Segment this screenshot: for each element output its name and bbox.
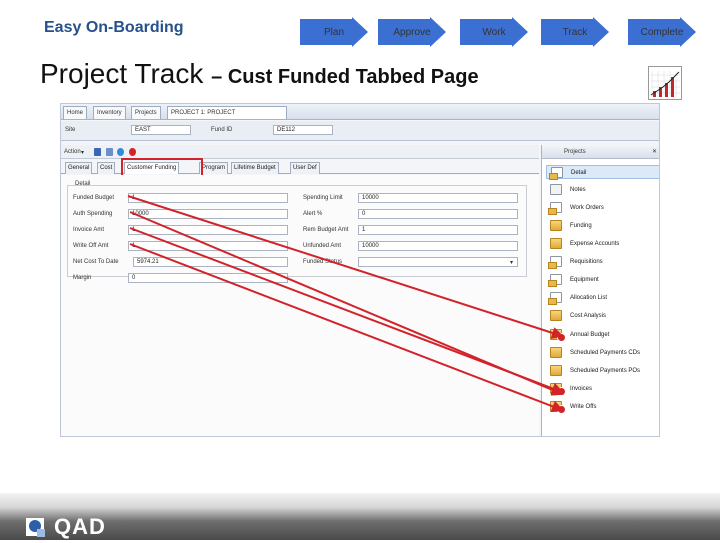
qad-logo-icon [24, 516, 48, 538]
folder-icon [550, 347, 562, 358]
footer-band [0, 493, 720, 540]
field-label: Unfunded Amt [303, 243, 342, 249]
window-tab-bar: Home Inventory Projects PROJECT 1: PROJE… [61, 104, 659, 120]
logo-text: QAD [54, 514, 106, 539]
title-sub: – Cust Funded Tabbed Page [211, 66, 479, 88]
side-item-invoices[interactable]: Invoices [546, 382, 659, 396]
side-item-funding[interactable]: Funding [546, 219, 659, 233]
step-complete: Complete [628, 17, 696, 47]
folder-icon [550, 365, 562, 376]
field-label: Invoice Amt [73, 227, 105, 233]
field-label: Funded Status [303, 259, 343, 265]
tab-general[interactable]: General [65, 162, 93, 174]
side-item-cost-analysis[interactable]: Cost Analysis [546, 309, 659, 323]
field-label: Write Off Amt [73, 243, 109, 249]
side-item-equipment[interactable]: Equipment [546, 273, 659, 287]
document-icon [548, 256, 562, 269]
step-track: Track [541, 17, 609, 47]
site-field[interactable]: EAST [131, 125, 191, 135]
unfunded-amt-field[interactable]: 10000 [358, 241, 518, 251]
side-item-notes[interactable]: Notes [546, 183, 659, 197]
alert-percent-field[interactable]: 0 [358, 209, 518, 219]
fund-id-label: Fund ID [211, 127, 233, 133]
page-title: Project Track – Cust Funded Tabbed Page [40, 58, 479, 90]
step-label: Complete [640, 27, 684, 38]
margin-field[interactable]: 0 [128, 273, 288, 283]
side-item-annual-budget[interactable]: Annual Budget [546, 328, 659, 342]
tab-home[interactable]: Home [63, 106, 88, 119]
side-item-scheduled-payments-cds[interactable]: Scheduled Payments CDs [546, 346, 659, 360]
document-icon [548, 274, 562, 287]
step-label: Track [562, 27, 588, 38]
save-icon[interactable] [94, 148, 101, 156]
step-label: Work [482, 27, 506, 38]
field-label: Margin [73, 275, 92, 281]
qad-logo: QAD [24, 514, 106, 540]
side-item-scheduled-payments-pos[interactable]: Scheduled Payments POs [546, 364, 659, 378]
chart-icon [648, 66, 682, 100]
side-item-write-offs[interactable]: Write Offs [546, 400, 659, 414]
side-item-detail[interactable]: Detail [546, 165, 659, 180]
folder-icon [550, 238, 562, 249]
side-item-allocation-list[interactable]: Allocation List [546, 291, 659, 305]
field-label: Funded Budget [73, 195, 115, 201]
side-panel: Projects ✕ Detail Notes Work Orders Fund… [541, 145, 659, 436]
folder-icon [550, 220, 562, 231]
tab-projects[interactable]: Projects [131, 106, 161, 119]
tab-project-record[interactable]: PROJECT 1: PROJECT [167, 106, 287, 119]
chevron-down-icon[interactable]: ▾ [81, 149, 84, 156]
tab-lifetime-budget[interactable]: Lifetime Budget [231, 162, 279, 174]
fund-id-field[interactable]: DE112 [273, 125, 333, 135]
tab-inventory[interactable]: Inventory [93, 106, 126, 119]
customer-funding-panel: Detail Funded Budget 1 Auth Spending 100… [61, 175, 539, 436]
field-label: Auth Spending [73, 211, 113, 217]
step-work: Work [460, 17, 528, 47]
folder-alert-icon [550, 401, 566, 414]
action-toolbar: Action ▾ [61, 145, 539, 159]
folder-alert-icon [550, 383, 566, 396]
funded-status-select[interactable] [358, 257, 518, 267]
step-approve: Approve [378, 17, 446, 47]
side-item-requisitions[interactable]: Requisitions [546, 255, 659, 269]
help-icon[interactable] [117, 148, 124, 156]
step-label: Approve [393, 27, 431, 38]
document-icon [548, 202, 562, 215]
field-label: Net Cost To Date [73, 259, 119, 265]
chevron-down-icon[interactable]: ▾ [510, 259, 513, 266]
spending-limit-field[interactable]: 10000 [358, 193, 518, 203]
tab-program[interactable]: Program [199, 162, 229, 174]
write-off-amt-field[interactable]: 1 [128, 241, 288, 251]
title-main: Project Track [40, 58, 204, 89]
refresh-icon[interactable] [106, 148, 113, 156]
rem-budget-amt-field[interactable]: 1 [358, 225, 518, 235]
field-label: Alert % [303, 211, 323, 217]
tab-user-def[interactable]: User Def [290, 162, 320, 174]
close-icon[interactable]: ✕ [652, 148, 657, 155]
application-screenshot: Home Inventory Projects PROJECT 1: PROJE… [60, 103, 660, 437]
folder-icon [550, 310, 562, 321]
notes-icon [550, 184, 562, 195]
side-item-expense-accounts[interactable]: Expense Accounts [546, 237, 659, 251]
step-plan: Plan [300, 17, 368, 47]
auth-spending-field[interactable]: 10000 [128, 209, 288, 219]
invoice-amt-field[interactable]: 1 [128, 225, 288, 235]
folder-alert-icon [550, 329, 566, 342]
document-icon [548, 292, 562, 305]
record-header: Site EAST Fund ID DE112 [61, 121, 659, 141]
step-label: Plan [323, 27, 344, 38]
tab-cost[interactable]: Cost [97, 162, 116, 174]
net-cost-to-date-field[interactable]: 5974.21 [133, 257, 288, 267]
cancel-icon[interactable] [129, 148, 136, 156]
action-menu[interactable]: Action [64, 149, 81, 155]
side-panel-header: Projects ✕ [542, 145, 659, 159]
side-panel-title: Projects [564, 149, 586, 155]
field-label: Spending Limit [303, 195, 343, 201]
brand-title: Easy On-Boarding [44, 19, 184, 36]
funded-budget-field[interactable]: 1 [128, 193, 288, 203]
field-label: Rem Budget Amt [303, 227, 349, 233]
site-label: Site [65, 127, 76, 133]
side-item-work-orders[interactable]: Work Orders [546, 201, 659, 215]
document-icon [549, 167, 563, 180]
